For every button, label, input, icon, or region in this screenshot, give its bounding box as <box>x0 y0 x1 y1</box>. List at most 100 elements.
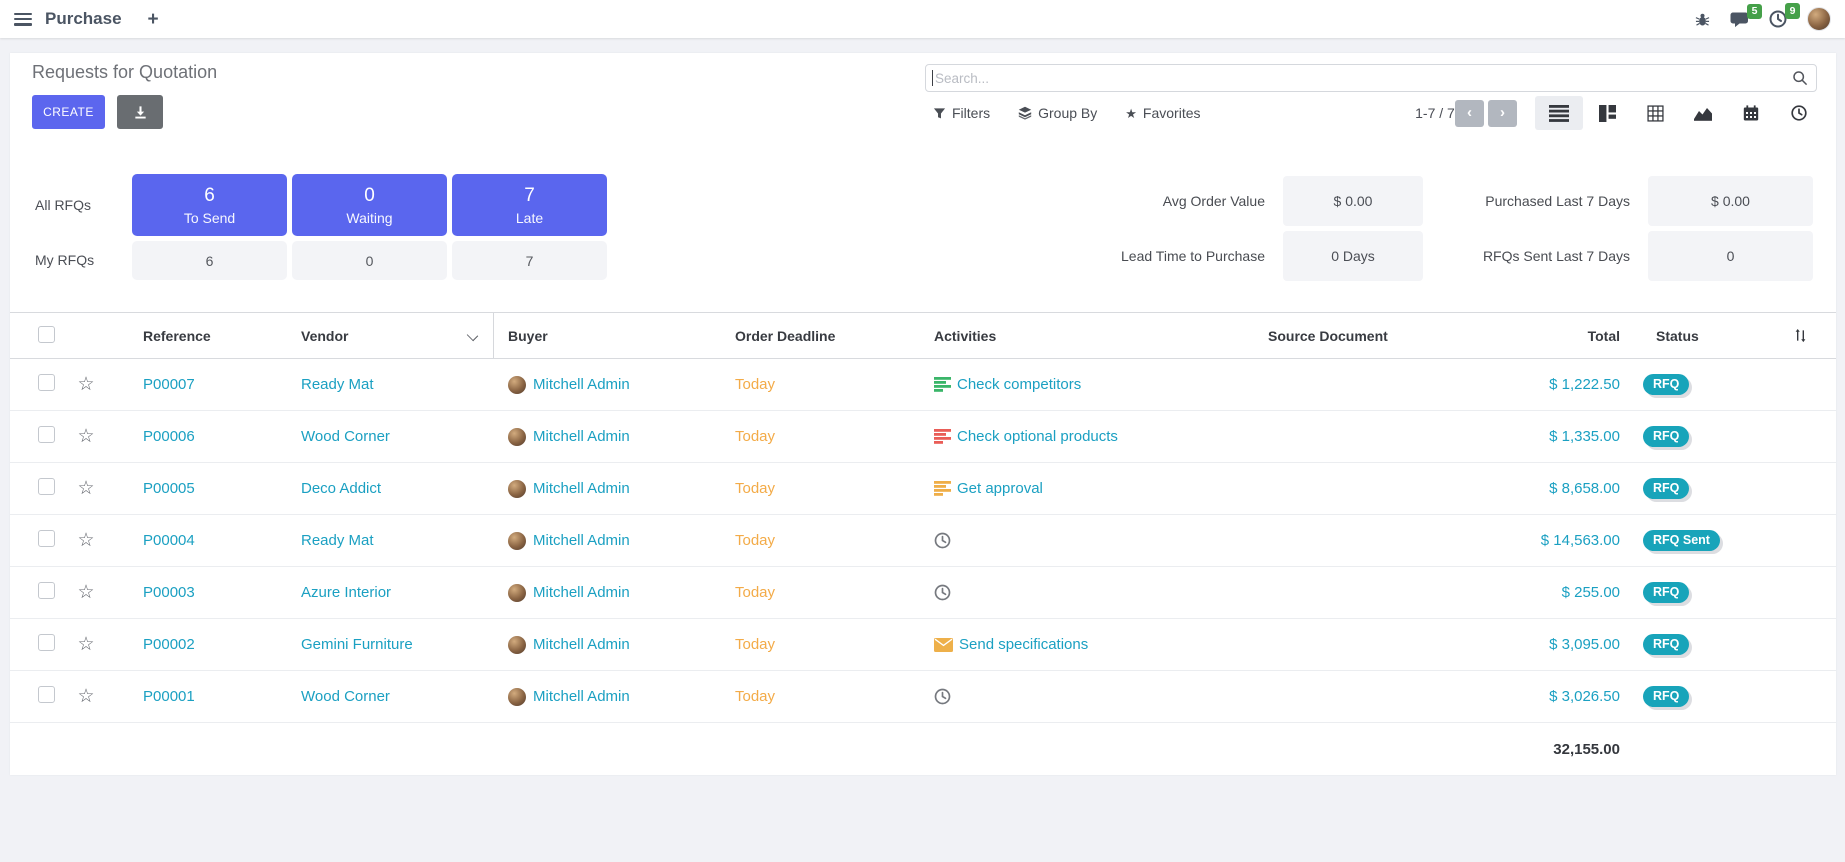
card-my-late[interactable]: 7 <box>452 241 607 280</box>
create-button[interactable]: CREATE <box>32 95 105 129</box>
vendor-link[interactable]: Gemini Furniture <box>301 619 494 670</box>
favorite-star-icon[interactable] <box>77 375 94 394</box>
table-row[interactable]: P00006 Wood Corner Mitchell Admin Today … <box>10 411 1836 463</box>
status-badge[interactable]: RFQ <box>1643 686 1689 708</box>
favorite-star-icon[interactable] <box>77 583 94 602</box>
reference-link[interactable]: P00003 <box>106 584 301 601</box>
reference-link[interactable]: P00002 <box>106 636 301 653</box>
activity-label[interactable]: Send specifications <box>959 636 1088 653</box>
user-avatar[interactable] <box>1807 7 1831 31</box>
activity-label[interactable]: Get approval <box>957 480 1043 497</box>
card-waiting[interactable]: 0Waiting <box>292 174 447 236</box>
favorite-star-icon[interactable] <box>77 531 94 550</box>
export-button[interactable] <box>117 95 163 129</box>
view-pivot-button[interactable] <box>1631 96 1679 130</box>
select-all-checkbox[interactable] <box>38 326 55 343</box>
status-badge[interactable]: RFQ Sent <box>1643 530 1720 552</box>
vendor-link[interactable]: Ready Mat <box>301 359 494 410</box>
header-buyer[interactable]: Buyer <box>494 328 735 344</box>
row-checkbox[interactable] <box>38 634 55 651</box>
reference-link[interactable]: P00004 <box>106 532 301 549</box>
activity-label[interactable]: Check optional products <box>957 428 1118 445</box>
table-row[interactable]: P00004 Ready Mat Mitchell Admin Today $ … <box>10 515 1836 567</box>
table-row[interactable]: P00002 Gemini Furniture Mitchell Admin T… <box>10 619 1836 671</box>
reference-link[interactable]: P00005 <box>106 480 301 497</box>
table-row[interactable]: P00005 Deco Addict Mitchell Admin Today … <box>10 463 1836 515</box>
favorite-star-icon[interactable] <box>77 635 94 654</box>
view-calendar-button[interactable] <box>1727 96 1775 130</box>
vendor-link[interactable]: Wood Corner <box>301 671 494 722</box>
group-by-button[interactable]: Group By <box>1018 105 1097 121</box>
activity-cell[interactable] <box>934 688 1268 705</box>
menu-icon[interactable] <box>14 13 32 26</box>
reference-link[interactable]: P00001 <box>106 688 301 705</box>
status-badge[interactable]: RFQ <box>1643 426 1689 448</box>
favorite-star-icon[interactable] <box>77 427 94 446</box>
purchased-7d-value[interactable]: $ 0.00 <box>1648 176 1813 226</box>
header-reference[interactable]: Reference <box>106 328 301 344</box>
status-badge[interactable]: RFQ <box>1643 634 1689 656</box>
buyer-link[interactable]: Mitchell Admin <box>533 688 630 705</box>
table-row[interactable]: P00003 Azure Interior Mitchell Admin Tod… <box>10 567 1836 619</box>
table-row[interactable]: P00007 Ready Mat Mitchell Admin Today Ch… <box>10 359 1836 411</box>
activity-label[interactable]: Check competitors <box>957 376 1081 393</box>
row-checkbox[interactable] <box>38 530 55 547</box>
card-my-to-send[interactable]: 6 <box>132 241 287 280</box>
filters-button[interactable]: Filters <box>933 105 990 121</box>
vendor-link[interactable]: Wood Corner <box>301 411 494 462</box>
card-my-waiting[interactable]: 0 <box>292 241 447 280</box>
card-to-send[interactable]: 6To Send <box>132 174 287 236</box>
row-checkbox[interactable] <box>38 478 55 495</box>
buyer-link[interactable]: Mitchell Admin <box>533 532 630 549</box>
activity-cell[interactable]: Check optional products <box>934 428 1268 445</box>
vendor-link[interactable]: Deco Addict <box>301 463 494 514</box>
vendor-link[interactable]: Azure Interior <box>301 567 494 618</box>
activity-cell[interactable]: Check competitors <box>934 376 1268 393</box>
header-status[interactable]: Status <box>1628 328 1758 344</box>
row-checkbox[interactable] <box>38 426 55 443</box>
header-vendor[interactable]: Vendor <box>301 313 494 358</box>
buyer-link[interactable]: Mitchell Admin <box>533 376 630 393</box>
optional-columns-icon[interactable] <box>1758 328 1836 343</box>
reference-link[interactable]: P00007 <box>106 376 301 393</box>
pager-next-button[interactable] <box>1488 100 1517 127</box>
row-checkbox[interactable] <box>38 582 55 599</box>
header-total[interactable]: Total <box>1468 328 1628 344</box>
view-activity-button[interactable] <box>1775 96 1823 130</box>
status-badge[interactable]: RFQ <box>1643 374 1689 396</box>
favorite-star-icon[interactable] <box>77 479 94 498</box>
favorites-button[interactable]: Favorites <box>1125 105 1200 122</box>
buyer-link[interactable]: Mitchell Admin <box>533 584 630 601</box>
card-late[interactable]: 7Late <box>452 174 607 236</box>
app-menu-title[interactable]: Purchase <box>45 9 122 29</box>
favorite-star-icon[interactable] <box>77 687 94 706</box>
activities-icon[interactable]: 9 <box>1769 10 1787 28</box>
header-source-document[interactable]: Source Document <box>1268 328 1468 344</box>
view-kanban-button[interactable] <box>1583 96 1631 130</box>
row-checkbox[interactable] <box>38 374 55 391</box>
vendor-link[interactable]: Ready Mat <box>301 515 494 566</box>
activity-cell[interactable]: Get approval <box>934 480 1268 497</box>
buyer-link[interactable]: Mitchell Admin <box>533 428 630 445</box>
status-badge[interactable]: RFQ <box>1643 582 1689 604</box>
view-graph-button[interactable] <box>1679 96 1727 130</box>
search-icon[interactable] <box>1792 70 1808 86</box>
buyer-link[interactable]: Mitchell Admin <box>533 480 630 497</box>
messages-icon[interactable]: 5 <box>1730 11 1749 28</box>
row-checkbox[interactable] <box>38 686 55 703</box>
rfqs-sent-7d-value[interactable]: 0 <box>1648 231 1813 281</box>
chevron-down-icon[interactable] <box>467 330 478 341</box>
view-list-button[interactable] <box>1535 96 1583 130</box>
activity-cell[interactable]: Send specifications <box>934 636 1268 653</box>
reference-link[interactable]: P00006 <box>106 428 301 445</box>
search-input[interactable] <box>933 70 1792 87</box>
header-order-deadline[interactable]: Order Deadline <box>735 328 934 344</box>
pager-previous-button[interactable] <box>1455 100 1484 127</box>
header-activities[interactable]: Activities <box>934 328 1268 344</box>
debug-bug-icon[interactable] <box>1695 12 1710 27</box>
status-badge[interactable]: RFQ <box>1643 478 1689 500</box>
activity-cell[interactable] <box>934 584 1268 601</box>
table-row[interactable]: P00001 Wood Corner Mitchell Admin Today … <box>10 671 1836 723</box>
buyer-link[interactable]: Mitchell Admin <box>533 636 630 653</box>
plus-icon[interactable]: + <box>148 10 159 29</box>
